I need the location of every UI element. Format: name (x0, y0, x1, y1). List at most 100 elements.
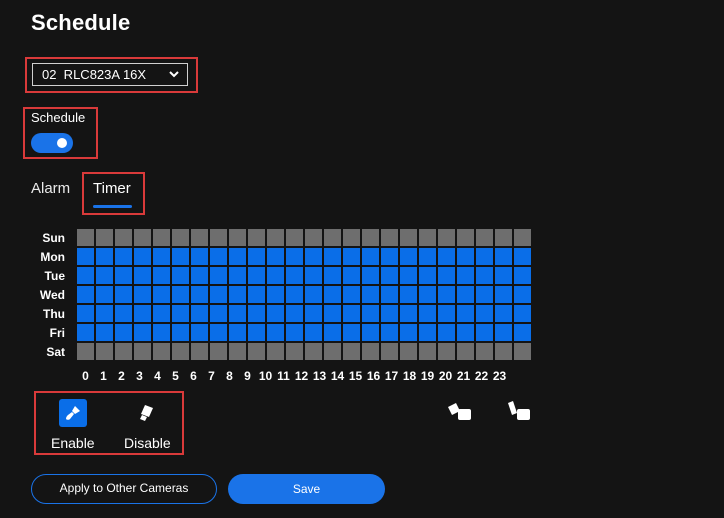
camera-select[interactable]: 02 RLC823A 16X (32, 63, 188, 86)
schedule-cell[interactable] (457, 229, 474, 246)
schedule-cell[interactable] (476, 229, 493, 246)
schedule-cell[interactable] (457, 267, 474, 284)
schedule-cell[interactable] (191, 305, 208, 322)
schedule-cell[interactable] (362, 324, 379, 341)
schedule-cell[interactable] (457, 248, 474, 265)
schedule-cell[interactable] (438, 229, 455, 246)
schedule-cell[interactable] (153, 343, 170, 360)
schedule-cell[interactable] (324, 305, 341, 322)
schedule-cell[interactable] (305, 286, 322, 303)
schedule-cell[interactable] (115, 343, 132, 360)
schedule-cell[interactable] (134, 229, 151, 246)
schedule-cell[interactable] (77, 267, 94, 284)
schedule-cell[interactable] (172, 229, 189, 246)
schedule-cell[interactable] (381, 248, 398, 265)
schedule-cell[interactable] (229, 286, 246, 303)
schedule-cell[interactable] (172, 324, 189, 341)
schedule-cell[interactable] (495, 305, 512, 322)
schedule-cell[interactable] (191, 343, 208, 360)
enable-brush-button[interactable] (59, 399, 87, 427)
schedule-cell[interactable] (305, 267, 322, 284)
schedule-cell[interactable] (400, 248, 417, 265)
schedule-cell[interactable] (229, 267, 246, 284)
schedule-cell[interactable] (134, 305, 151, 322)
schedule-cell[interactable] (381, 229, 398, 246)
schedule-cell[interactable] (210, 267, 227, 284)
schedule-cell[interactable] (514, 324, 531, 341)
schedule-cell[interactable] (343, 343, 360, 360)
schedule-cell[interactable] (229, 248, 246, 265)
schedule-cell[interactable] (305, 343, 322, 360)
schedule-cell[interactable] (438, 324, 455, 341)
schedule-cell[interactable] (248, 229, 265, 246)
schedule-cell[interactable] (438, 248, 455, 265)
schedule-cell[interactable] (324, 286, 341, 303)
schedule-cell[interactable] (324, 229, 341, 246)
schedule-cell[interactable] (495, 267, 512, 284)
schedule-cell[interactable] (400, 229, 417, 246)
schedule-cell[interactable] (514, 343, 531, 360)
schedule-cell[interactable] (172, 343, 189, 360)
schedule-cell[interactable] (115, 248, 132, 265)
schedule-cell[interactable] (476, 267, 493, 284)
schedule-cell[interactable] (77, 305, 94, 322)
schedule-cell[interactable] (514, 286, 531, 303)
schedule-cell[interactable] (267, 286, 284, 303)
schedule-cell[interactable] (77, 286, 94, 303)
schedule-cell[interactable] (343, 267, 360, 284)
schedule-cell[interactable] (153, 305, 170, 322)
schedule-cell[interactable] (514, 267, 531, 284)
schedule-cell[interactable] (476, 286, 493, 303)
save-button[interactable]: Save (228, 474, 385, 504)
schedule-cell[interactable] (248, 305, 265, 322)
schedule-cell[interactable] (267, 343, 284, 360)
tab-alarm[interactable]: Alarm (31, 180, 70, 197)
schedule-cell[interactable] (400, 343, 417, 360)
schedule-cell[interactable] (267, 229, 284, 246)
schedule-cell[interactable] (77, 248, 94, 265)
schedule-cell[interactable] (324, 248, 341, 265)
schedule-cell[interactable] (457, 324, 474, 341)
schedule-cell[interactable] (210, 229, 227, 246)
schedule-cell[interactable] (381, 286, 398, 303)
schedule-cell[interactable] (115, 324, 132, 341)
schedule-cell[interactable] (153, 248, 170, 265)
copy-schedule-icon[interactable] (446, 400, 474, 424)
schedule-cell[interactable] (115, 286, 132, 303)
schedule-cell[interactable] (476, 324, 493, 341)
schedule-cell[interactable] (96, 267, 113, 284)
schedule-cell[interactable] (495, 286, 512, 303)
schedule-cell[interactable] (248, 286, 265, 303)
schedule-cell[interactable] (419, 305, 436, 322)
disable-eraser-button[interactable] (136, 402, 158, 424)
schedule-grid[interactable] (77, 229, 533, 362)
schedule-cell[interactable] (305, 324, 322, 341)
schedule-cell[interactable] (438, 343, 455, 360)
schedule-cell[interactable] (362, 248, 379, 265)
schedule-cell[interactable] (438, 267, 455, 284)
schedule-cell[interactable] (229, 343, 246, 360)
schedule-cell[interactable] (77, 324, 94, 341)
schedule-cell[interactable] (438, 286, 455, 303)
schedule-cell[interactable] (400, 286, 417, 303)
schedule-cell[interactable] (495, 248, 512, 265)
schedule-cell[interactable] (134, 343, 151, 360)
schedule-cell[interactable] (115, 305, 132, 322)
schedule-cell[interactable] (343, 248, 360, 265)
schedule-cell[interactable] (495, 229, 512, 246)
schedule-cell[interactable] (191, 324, 208, 341)
schedule-cell[interactable] (400, 305, 417, 322)
schedule-cell[interactable] (134, 286, 151, 303)
schedule-cell[interactable] (96, 305, 113, 322)
schedule-cell[interactable] (381, 343, 398, 360)
schedule-cell[interactable] (514, 305, 531, 322)
schedule-cell[interactable] (419, 286, 436, 303)
schedule-cell[interactable] (419, 343, 436, 360)
schedule-toggle[interactable] (31, 133, 73, 153)
schedule-cell[interactable] (172, 267, 189, 284)
schedule-cell[interactable] (362, 229, 379, 246)
schedule-cell[interactable] (400, 324, 417, 341)
schedule-cell[interactable] (286, 267, 303, 284)
schedule-cell[interactable] (419, 324, 436, 341)
schedule-cell[interactable] (115, 229, 132, 246)
